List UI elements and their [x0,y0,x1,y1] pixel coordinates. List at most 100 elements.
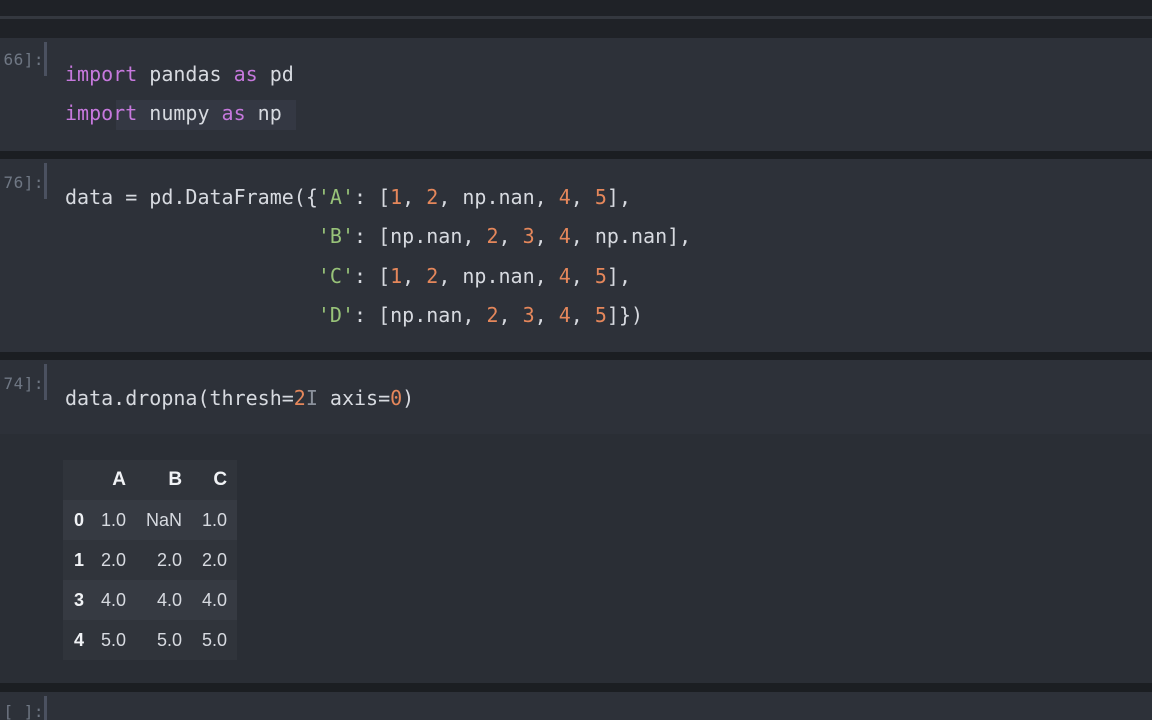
code-token: 4 [558,263,571,288]
code-token: 4 [558,224,571,249]
code-token: 2 [426,185,439,209]
cell-separator [0,352,1152,360]
text-cursor-icon: I [305,386,318,410]
code-token: axis= [317,386,391,410]
cell-separator [0,151,1152,159]
code-token: , np.nan], [570,224,692,249]
code-token: , np.nan, [438,263,559,288]
code-token: data = pd.DataFrame({ [65,185,318,209]
table-cell: NaN [146,509,183,530]
code-token: 5 [594,185,607,209]
code-line: import numpy as np [65,101,282,125]
code-token: , [402,263,427,288]
code-token: ], [606,263,632,288]
table-row: 4 5.0 5.0 5.0 [63,620,238,660]
code-token: np [245,101,282,125]
code-token: data.dropna(thresh= [65,386,294,410]
code-token: 4 [558,302,571,327]
code-token: numpy [137,101,222,125]
code-line: 'C': [1, 2, np.nan, 4, 5], [65,264,631,288]
code-line: import pandas as pd [65,62,294,86]
code-token: import [65,101,138,125]
code-token: 5 [594,302,607,327]
code-token: 'A' [317,185,354,209]
row-index: 0 [73,509,84,530]
code-token: : [np.nan, [354,302,487,327]
table-cell: 2.0 [157,549,183,570]
code-token: ], [606,185,632,209]
code-token: 1 [390,263,403,288]
cell-prompt-4: [ ]: [3,702,44,720]
code-line: data.dropna(thresh=2I axis=0) [65,386,414,410]
index-header [63,460,91,500]
code-token: , [534,302,559,327]
table-cell: 5.0 [202,629,228,650]
code-token: 3 [522,224,535,249]
code-token: , [402,185,427,209]
code-token: 0 [390,386,403,410]
code-line: 'B': [np.nan, 2, 3, 4, np.nan], [65,224,691,248]
table-row: 0 1.0 NaN 1.0 [63,500,238,540]
table-header-row: A B C [63,460,237,500]
code-token: 2 [486,224,499,249]
table-cell: 4.0 [157,589,183,610]
code-token: : [ [354,185,391,209]
code-cell-4[interactable] [0,692,1152,720]
column-header-c: C [213,469,228,490]
code-token: , [570,263,595,288]
table-cell: 1.0 [101,509,127,530]
code-cell-1[interactable] [0,38,1152,151]
table-cell: 1.0 [202,509,228,530]
code-token: as [221,101,246,125]
code-token: : [ [354,263,391,288]
code-token: pandas [137,62,234,86]
table-cell: 2.0 [101,549,127,570]
table-cell: 5.0 [101,629,127,650]
code-token: , [498,224,523,249]
code-token: , [534,224,559,249]
table-row: 1 2.0 2.0 2.0 [63,540,238,580]
table-cell: 4.0 [101,589,127,610]
code-token: 'B' [317,224,354,249]
top-bar [0,0,1152,38]
cell-prompt-3: 74]: [3,374,44,393]
row-index: 1 [73,549,84,570]
code-token: ]}) [606,302,644,327]
code-token: 4 [558,185,571,209]
cell-marker-1 [44,42,47,76]
code-token: 1 [390,185,403,209]
code-token: pd [257,62,294,86]
code-token: 5 [594,263,607,288]
column-header-a: A [112,469,127,490]
table-cell: 5.0 [157,629,183,650]
row-index: 4 [73,629,84,650]
code-token: 3 [522,302,535,327]
top-divider [0,16,1152,19]
cell-marker-4 [44,696,47,720]
code-token: : [np.nan, [354,224,487,249]
code-token: 2 [426,263,439,288]
table-row: 3 4.0 4.0 4.0 [63,580,238,620]
code-token: 2 [293,386,306,410]
dataframe-output: A B C 0 1.0 NaN 1.0 1 2.0 2.0 2.0 3 4.0 … [63,460,238,660]
cell-marker-3 [44,364,47,400]
cell-prompt-1: 66]: [3,50,44,69]
row-index: 3 [73,589,84,610]
code-token: , np.nan, [438,185,559,209]
code-token: , [570,185,595,209]
code-token: , [498,302,523,327]
code-token: ) [402,386,415,410]
code-token: 'D' [317,302,354,327]
table-cell: 2.0 [202,549,228,570]
code-token: import [65,62,138,86]
cell-separator [0,683,1152,692]
cell-prompt-2: 76]: [3,173,44,192]
notebook-page: 66]: import pandas as pd import numpy as … [0,0,1152,720]
code-line: data = pd.DataFrame({'A': [1, 2, np.nan,… [65,185,631,209]
code-line: 'D': [np.nan, 2, 3, 4, 5]}) [65,303,643,327]
code-token: 2 [486,302,499,327]
code-token: 'C' [317,263,354,288]
code-token: , [570,302,595,327]
